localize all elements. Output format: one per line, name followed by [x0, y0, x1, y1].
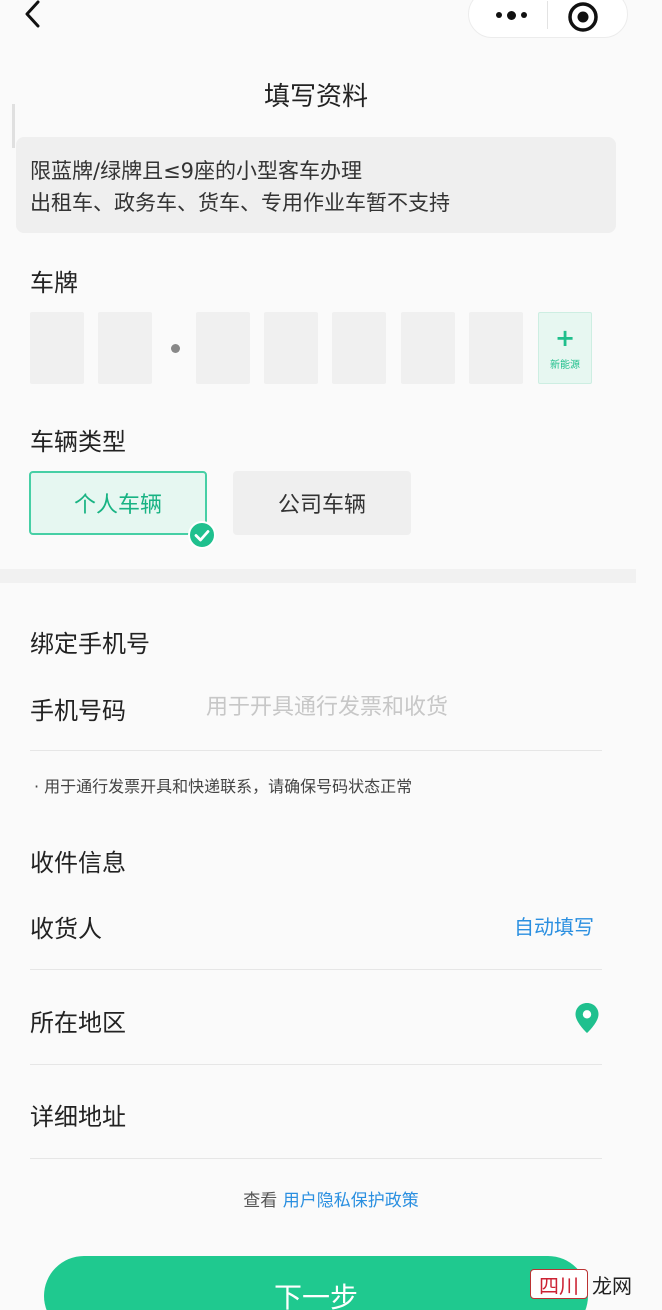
watermark-text-1: 四川	[539, 1273, 579, 1298]
scroll-indicator	[12, 104, 15, 148]
next-step-button[interactable]: 下一步	[44, 1256, 588, 1310]
plate-cell-letter[interactable]	[98, 312, 152, 384]
divider	[30, 1158, 602, 1159]
page-title: 填写资料	[263, 82, 368, 112]
close-button[interactable]	[565, 0, 601, 35]
plus-icon: +	[554, 323, 576, 352]
plate-input-row: + 新能源	[30, 312, 600, 384]
new-energy-plate-cell[interactable]: + 新能源	[538, 312, 592, 384]
section-divider	[0, 569, 636, 583]
plate-separator-dot	[171, 344, 180, 353]
auto-fill-link[interactable]: 自动填写	[514, 911, 594, 940]
receiver-field[interactable]: 收货人	[30, 909, 102, 944]
vehicle-type-personal-button[interactable]: 个人车辆	[29, 471, 207, 535]
privacy-notice: 查看 用户隐私保护政策	[0, 1186, 662, 1211]
selected-check-badge	[188, 521, 216, 549]
notice-box: 限蓝牌/绿牌且≤9座的小型客车办理 出租车、政务车、货车、专用作业车暂不支持	[16, 137, 616, 233]
new-energy-tag: 新能源	[550, 359, 580, 371]
plate-cell-province[interactable]	[30, 312, 84, 384]
notice-line-1: 限蓝牌/绿牌且≤9座的小型客车办理	[30, 159, 363, 183]
back-button[interactable]	[18, 0, 48, 30]
privacy-prefix: 查看	[243, 1191, 278, 1211]
plate-cell-6[interactable]	[401, 312, 455, 384]
phone-input[interactable]	[206, 690, 586, 724]
more-button[interactable]	[483, 0, 539, 31]
shipping-section-title: 收件信息	[30, 849, 126, 877]
plate-cell-3[interactable]	[196, 312, 250, 384]
more-icon	[495, 12, 502, 18]
divider	[30, 969, 602, 970]
divider	[30, 1064, 602, 1065]
plate-cell-5[interactable]	[332, 312, 386, 384]
page: 填写资料 限蓝牌/绿牌且≤9座的小型客车办理 出租车、政务车、货车、专用作业车暂…	[0, 0, 662, 1310]
back-icon	[25, 0, 40, 28]
vehicle-type-company-button[interactable]: 公司车辆	[233, 471, 411, 535]
plate-cell-7[interactable]	[469, 312, 523, 384]
plate-cell-4[interactable]	[264, 312, 318, 384]
miniprogram-capsule	[468, 0, 628, 38]
plate-label: 车牌	[30, 269, 78, 297]
notice-line-2: 出租车、政务车、货车、专用作业车暂不支持	[30, 191, 450, 215]
divider	[30, 750, 602, 751]
phone-hint: · 用于通行发票开具和快递联系，请确保号码状态正常	[34, 777, 413, 796]
location-pin-icon[interactable]	[574, 1002, 600, 1034]
privacy-policy-link[interactable]: 用户隐私保护政策	[283, 1191, 419, 1211]
address-field[interactable]: 详细地址	[30, 1097, 126, 1132]
check-icon	[194, 530, 210, 542]
phone-section-title: 绑定手机号	[30, 630, 150, 658]
watermark-text-2: 龙网	[592, 1273, 632, 1298]
site-watermark: 四川 龙网	[530, 1264, 660, 1304]
phone-label: 手机号码	[30, 697, 126, 725]
vehicle-type-label: 车辆类型	[30, 428, 126, 456]
region-field[interactable]: 所在地区	[30, 1003, 126, 1038]
close-icon	[568, 2, 598, 32]
